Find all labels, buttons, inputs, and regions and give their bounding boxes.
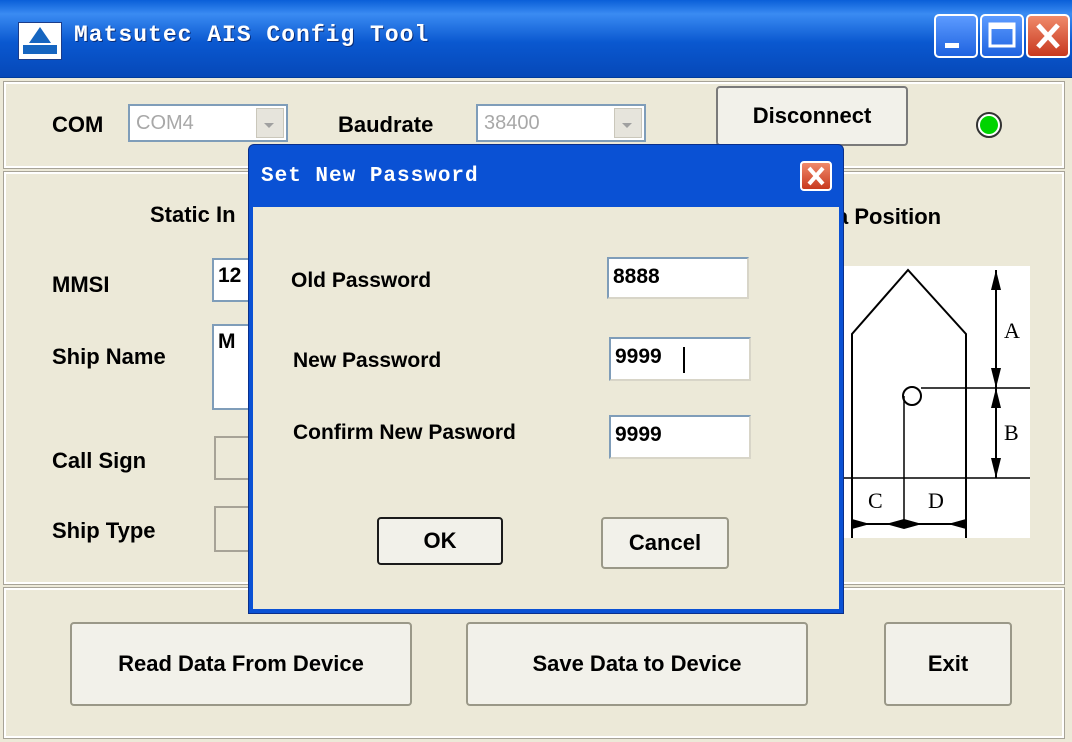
ship-type-label: Ship Type bbox=[52, 518, 156, 543]
chevron-down-icon bbox=[264, 123, 274, 128]
set-password-dialog: Set New Password Old Password 8888 New P… bbox=[248, 144, 844, 614]
save-data-button[interactable]: Save Data to Device bbox=[466, 622, 808, 706]
baudrate-value: 38400 bbox=[484, 112, 540, 134]
dialog-title: Set New Password bbox=[261, 165, 479, 188]
com-dropdown-button[interactable] bbox=[256, 108, 284, 138]
baudrate-label: Baudrate bbox=[338, 112, 434, 137]
mmsi-value: 12 bbox=[218, 264, 242, 287]
call-sign-label: Call Sign bbox=[52, 448, 147, 473]
new-password-input[interactable]: 9999 bbox=[609, 337, 751, 381]
dialog-body: Old Password 8888 New Password 9999 Conf… bbox=[253, 207, 839, 609]
mmsi-label: MMSI bbox=[52, 272, 110, 297]
exit-button[interactable]: Exit bbox=[884, 622, 1012, 706]
close-icon bbox=[1036, 23, 1060, 49]
text-cursor bbox=[683, 347, 685, 373]
confirm-password-label: Confirm New Pasword bbox=[293, 421, 516, 444]
status-led-icon bbox=[974, 110, 1004, 145]
app-logo-icon bbox=[18, 22, 62, 60]
maximize-button[interactable] bbox=[980, 14, 1024, 58]
dim-label-a: A bbox=[1004, 318, 1020, 343]
com-value: COM4 bbox=[136, 112, 194, 134]
read-data-button[interactable]: Read Data From Device bbox=[70, 622, 412, 706]
ship-name-label: Ship Name bbox=[52, 344, 166, 369]
old-password-input[interactable]: 8888 bbox=[607, 257, 749, 299]
old-password-value: 8888 bbox=[613, 265, 660, 288]
new-password-value: 9999 bbox=[615, 345, 662, 368]
dim-label-d: D bbox=[928, 488, 944, 513]
minimize-button[interactable] bbox=[934, 14, 978, 58]
ship-name-value: M bbox=[218, 330, 236, 353]
static-info-heading: Static In bbox=[150, 202, 236, 227]
dialog-close-button[interactable] bbox=[800, 161, 832, 191]
ok-button[interactable]: OK bbox=[377, 517, 503, 565]
baudrate-dropdown-button[interactable] bbox=[614, 108, 642, 138]
window-title-bar[interactable]: Matsutec AIS Config Tool bbox=[0, 0, 1072, 78]
dim-label-b: B bbox=[1004, 420, 1019, 445]
cancel-button[interactable]: Cancel bbox=[601, 517, 729, 569]
com-select[interactable]: COM4 bbox=[128, 104, 288, 142]
minimize-icon bbox=[945, 43, 959, 48]
maximize-icon bbox=[988, 22, 1016, 48]
confirm-password-input[interactable]: 9999 bbox=[609, 415, 751, 459]
chevron-down-icon bbox=[622, 123, 632, 128]
close-button[interactable] bbox=[1026, 14, 1070, 58]
close-icon bbox=[807, 166, 825, 186]
disconnect-button[interactable]: Disconnect bbox=[716, 86, 908, 146]
baudrate-select[interactable]: 38400 bbox=[476, 104, 646, 142]
dim-label-c: C bbox=[868, 488, 883, 513]
antenna-position-heading: a Position bbox=[836, 204, 942, 229]
old-password-label: Old Password bbox=[291, 269, 432, 292]
com-label: COM bbox=[52, 112, 104, 137]
antenna-diagram: A B C D bbox=[844, 266, 1030, 538]
window-title: Matsutec AIS Config Tool bbox=[74, 22, 430, 48]
confirm-password-value: 9999 bbox=[615, 423, 662, 446]
new-password-label: New Password bbox=[293, 349, 442, 372]
